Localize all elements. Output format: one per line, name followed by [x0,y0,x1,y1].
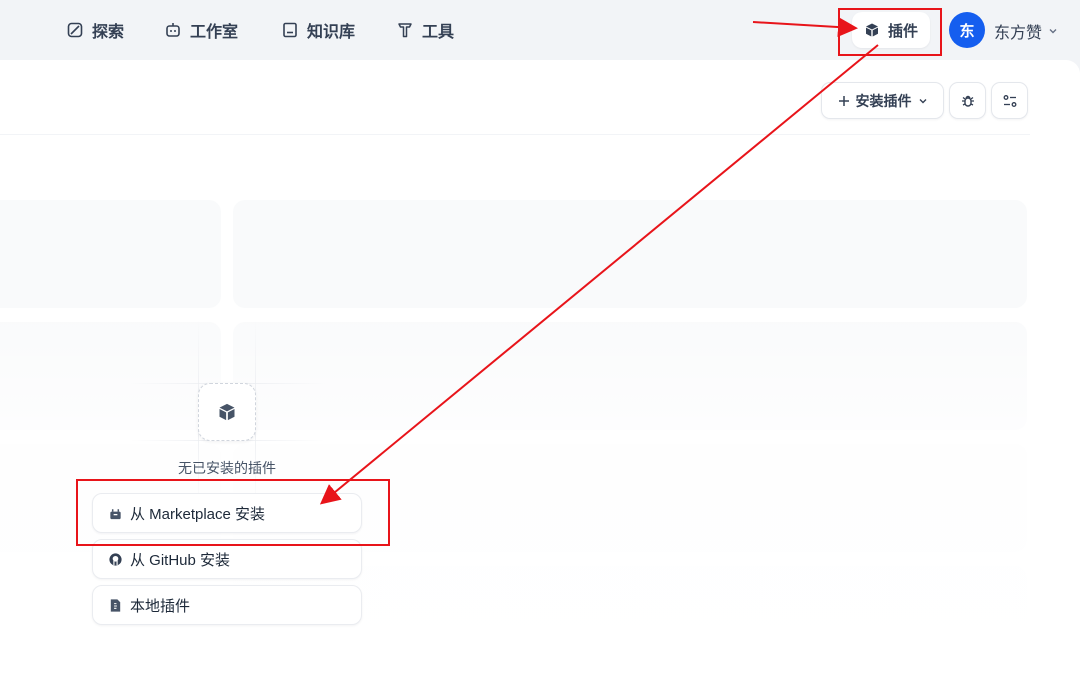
install-plugin-dropdown[interactable]: 安装插件 [821,82,944,119]
tool-icon [398,23,412,38]
user-menu[interactable]: 东方赞 [994,19,1058,43]
nav-studio-label: 工作室 [190,24,239,41]
chevron-down-icon [1049,29,1057,34]
plus-icon [838,95,849,106]
install-local-plugin[interactable]: 本地插件 [92,585,362,625]
empty-state-message: 无已安装的插件 [178,460,276,476]
github-icon [109,552,122,566]
explore-icon [67,22,83,38]
nav-knowledge-label: 知识库 [307,24,356,41]
robot-icon [166,23,180,37]
placeholder-card [233,200,1027,308]
install-plugin-label: 安装插件 [855,92,912,109]
nav-explore[interactable]: 探索 [66,18,124,42]
github-label: 从 GitHub 安装 [130,551,231,569]
toolbar-divider [0,134,1030,135]
user-name: 东方赞 [994,25,1043,42]
settings-button[interactable] [991,82,1028,119]
nav-knowledge[interactable]: 知识库 [281,18,355,42]
avatar[interactable]: 东 [949,12,985,48]
nav-studio[interactable]: 工作室 [164,18,238,42]
nav-tools-label: 工具 [422,24,455,41]
bug-icon [961,95,974,107]
sliders-icon [1003,94,1016,107]
highlight-plugins-box [838,8,942,56]
nav-explore-label: 探索 [92,24,125,41]
cube-icon [219,403,235,421]
local-plugin-label: 本地插件 [130,597,191,615]
file-icon [110,598,121,612]
highlight-marketplace-box [76,479,390,546]
nav-tools[interactable]: 工具 [396,18,454,42]
debug-button[interactable] [949,82,986,119]
chevron-down-icon [919,98,926,103]
placeholder-card [0,200,221,308]
empty-state-icon [198,383,256,441]
book-icon [283,22,297,38]
